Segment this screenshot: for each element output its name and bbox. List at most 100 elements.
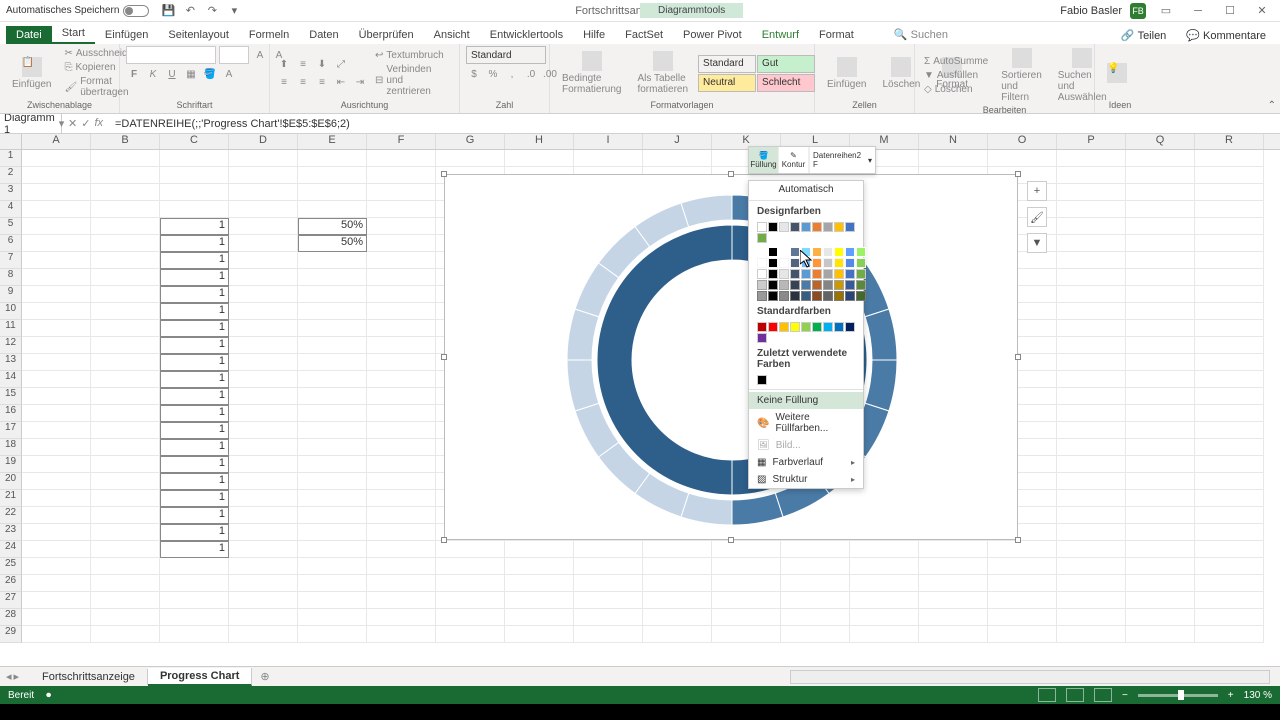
fill-color-button[interactable]: 🪣 (202, 66, 218, 82)
cell[interactable] (436, 626, 505, 643)
column-header[interactable]: R (1195, 134, 1264, 149)
column-header[interactable]: Q (1126, 134, 1195, 149)
cell[interactable] (505, 609, 574, 626)
cell[interactable] (1126, 473, 1195, 490)
cell[interactable] (1057, 558, 1126, 575)
standard-color-swatch[interactable] (823, 322, 833, 332)
number-format-select[interactable]: Standard (466, 46, 546, 64)
column-header[interactable]: B (91, 134, 160, 149)
theme-shade-swatch[interactable] (779, 280, 789, 290)
cell[interactable] (1195, 473, 1264, 490)
cell[interactable] (367, 218, 436, 235)
cell[interactable] (367, 201, 436, 218)
cell[interactable] (712, 626, 781, 643)
cell[interactable] (229, 524, 298, 541)
cell[interactable] (229, 490, 298, 507)
enter-formula-icon[interactable]: ✓ (81, 117, 90, 130)
cell[interactable] (1126, 354, 1195, 371)
cell[interactable] (988, 541, 1057, 558)
currency-icon[interactable]: $ (466, 66, 482, 82)
theme-shade-swatch[interactable] (779, 258, 789, 268)
cell[interactable] (160, 558, 229, 575)
cell[interactable] (850, 592, 919, 609)
cell[interactable] (229, 235, 298, 252)
cell[interactable] (1057, 507, 1126, 524)
theme-shade-swatch[interactable] (856, 280, 866, 290)
row-header[interactable]: 29 (0, 626, 22, 643)
zoom-level[interactable]: 130 % (1244, 690, 1272, 701)
cell[interactable] (988, 592, 1057, 609)
theme-shade-swatch[interactable] (768, 258, 778, 268)
tab-file[interactable]: Datei (6, 26, 52, 44)
row-header[interactable]: 15 (0, 388, 22, 405)
cell[interactable] (1126, 439, 1195, 456)
cell[interactable] (367, 167, 436, 184)
column-header[interactable]: G (436, 134, 505, 149)
cell[interactable] (298, 167, 367, 184)
cell[interactable] (22, 541, 91, 558)
cell[interactable]: 1 (160, 524, 229, 541)
cell[interactable] (367, 405, 436, 422)
cell[interactable] (1057, 150, 1126, 167)
cell[interactable] (22, 269, 91, 286)
cell[interactable] (91, 626, 160, 643)
cell[interactable] (1195, 150, 1264, 167)
sheet-tab-2[interactable]: Progress Chart (148, 668, 252, 686)
column-header[interactable]: P (1057, 134, 1126, 149)
cell[interactable] (1126, 337, 1195, 354)
tab-start[interactable]: Start (52, 24, 95, 44)
resize-handle[interactable] (728, 537, 734, 543)
cell[interactable] (781, 609, 850, 626)
cell[interactable] (850, 575, 919, 592)
cell[interactable] (298, 473, 367, 490)
avatar[interactable]: FB (1130, 3, 1146, 19)
cell[interactable]: 1 (160, 388, 229, 405)
cell[interactable] (367, 575, 436, 592)
row-header[interactable]: 6 (0, 235, 22, 252)
cell[interactable] (367, 490, 436, 507)
cell[interactable] (298, 252, 367, 269)
cell[interactable] (229, 252, 298, 269)
fill-dropdown-button[interactable]: 🪣Füllung (749, 147, 779, 173)
cell[interactable] (1126, 371, 1195, 388)
cell[interactable]: 1 (160, 456, 229, 473)
cell[interactable]: 1 (160, 473, 229, 490)
cell[interactable] (229, 388, 298, 405)
row-header[interactable]: 7 (0, 252, 22, 269)
cell[interactable] (1126, 201, 1195, 218)
cell[interactable] (574, 575, 643, 592)
cell[interactable] (229, 626, 298, 643)
cell[interactable] (1057, 184, 1126, 201)
cell[interactable] (298, 184, 367, 201)
cell[interactable] (1126, 269, 1195, 286)
cell[interactable] (91, 456, 160, 473)
theme-shade-swatch[interactable] (834, 280, 844, 290)
row-header[interactable]: 2 (0, 167, 22, 184)
font-name-input[interactable] (126, 46, 216, 64)
theme-shade-swatch[interactable] (801, 258, 811, 268)
cell[interactable] (574, 592, 643, 609)
align-top-icon[interactable]: ⬆ (276, 56, 292, 72)
theme-color-swatch[interactable] (812, 222, 822, 232)
cell[interactable] (1195, 439, 1264, 456)
row-header[interactable]: 12 (0, 337, 22, 354)
cell[interactable] (160, 167, 229, 184)
cell[interactable] (91, 507, 160, 524)
sheet-nav-prev-icon[interactable]: ◂ (6, 670, 12, 683)
cell[interactable] (1057, 235, 1126, 252)
cell[interactable] (367, 286, 436, 303)
column-header[interactable]: F (367, 134, 436, 149)
cell[interactable] (1195, 252, 1264, 269)
texture-fill-item[interactable]: ▨Struktur▸ (749, 471, 863, 488)
toggle-switch[interactable] (123, 5, 149, 17)
theme-shade-swatch[interactable] (768, 280, 778, 290)
cell[interactable] (160, 201, 229, 218)
cell[interactable] (1057, 422, 1126, 439)
cell[interactable] (988, 609, 1057, 626)
cell[interactable] (367, 473, 436, 490)
row-header[interactable]: 24 (0, 541, 22, 558)
cell[interactable] (22, 405, 91, 422)
cell[interactable] (505, 575, 574, 592)
cell[interactable] (91, 439, 160, 456)
recent-color-swatch[interactable] (757, 375, 767, 385)
